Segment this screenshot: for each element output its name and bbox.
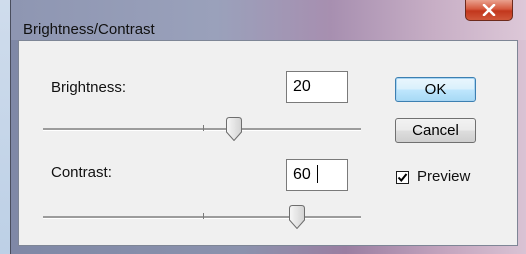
brightness-contrast-dialog: Brightness/Contrast Brightness: Con	[10, 0, 526, 254]
desktop-background	[0, 0, 10, 254]
ok-button[interactable]: OK	[395, 77, 476, 102]
brightness-input[interactable]	[286, 71, 348, 103]
close-icon	[482, 4, 496, 16]
brightness-slider-track[interactable]	[43, 128, 361, 131]
title-bar[interactable]: Brightness/Contrast	[11, 0, 526, 40]
brightness-slider-center-tick	[203, 125, 204, 131]
preview-label[interactable]: Preview	[417, 168, 470, 185]
contrast-slider-center-tick	[203, 213, 204, 219]
text-cursor	[317, 165, 318, 183]
dialog-content: Brightness: Contrast:	[18, 40, 518, 246]
dialog-title: Brightness/Contrast	[23, 21, 155, 38]
brightness-label: Brightness:	[51, 79, 127, 96]
contrast-slider-thumb[interactable]	[289, 205, 305, 229]
cancel-button[interactable]: Cancel	[395, 118, 476, 143]
close-button[interactable]	[465, 0, 513, 21]
contrast-slider-track[interactable]	[43, 216, 361, 219]
contrast-label: Contrast:	[51, 164, 112, 181]
brightness-slider-thumb[interactable]	[226, 117, 242, 141]
preview-checkbox[interactable]	[396, 171, 409, 184]
checkmark-icon	[397, 173, 408, 183]
